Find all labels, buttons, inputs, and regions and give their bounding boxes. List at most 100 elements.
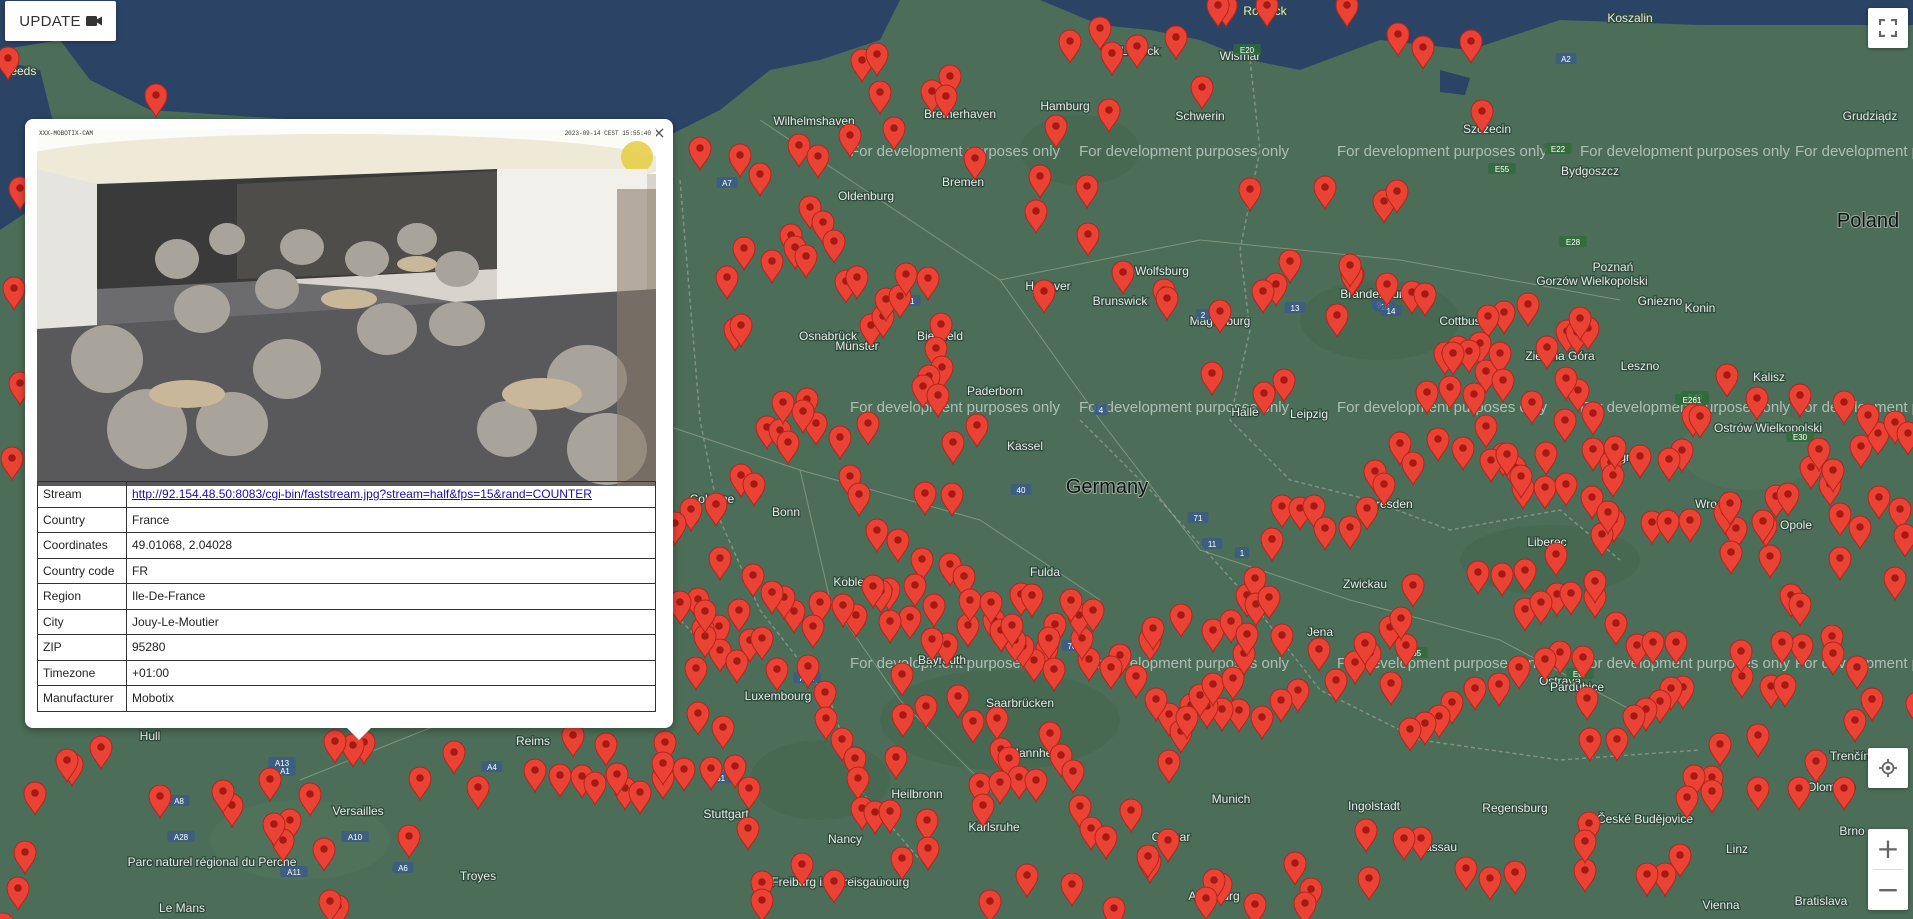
- property-row: City Jouy-Le-Moutier: [37, 608, 656, 635]
- city-label: Munich: [1212, 792, 1251, 806]
- city-label: Opole: [1780, 518, 1812, 532]
- property-value: Jouy-Le-Moutier: [126, 608, 656, 635]
- city-label: Kassel: [1007, 439, 1043, 453]
- fullscreen-button[interactable]: [1868, 8, 1908, 48]
- road-shield: A13: [268, 757, 296, 768]
- property-value: Mobotix: [126, 685, 656, 712]
- road-shield: A28: [167, 831, 195, 842]
- svg-text:A1: A1: [280, 767, 290, 776]
- property-value: +01:00: [126, 659, 656, 686]
- svg-text:A11: A11: [287, 868, 301, 877]
- city-label: Vienna: [1702, 898, 1739, 912]
- city-label: Bremen: [942, 175, 984, 189]
- zoom-out-button[interactable]: −: [1868, 870, 1908, 910]
- city-label: Heilbronn: [891, 787, 942, 801]
- city-label: Konin: [1685, 301, 1716, 315]
- update-button[interactable]: UPDATE: [5, 1, 116, 41]
- road-shield: E20: [1233, 44, 1261, 55]
- city-label: Troyes: [460, 869, 496, 883]
- road-shield: E30: [1786, 431, 1814, 442]
- svg-text:A4: A4: [487, 763, 497, 772]
- svg-text:11: 11: [1208, 540, 1217, 549]
- road-shield: 1: [1234, 547, 1250, 558]
- property-value: 49.01068, 2.04028: [126, 532, 656, 559]
- my-location-button[interactable]: [1868, 748, 1908, 788]
- property-key: Manufacturer: [37, 685, 127, 712]
- city-label: Leipzig: [1290, 407, 1328, 421]
- property-row: Manufacturer Mobotix: [37, 685, 656, 712]
- city-label: Ingolstadt: [1348, 799, 1401, 813]
- dev-watermark: For development purposes only: [1337, 143, 1548, 160]
- road-shield: 14: [1380, 305, 1402, 316]
- svg-text:40: 40: [1017, 486, 1026, 495]
- property-row: Country France: [37, 506, 656, 533]
- property-value: Ile-De-France: [126, 583, 656, 610]
- road-shield: 40: [1010, 484, 1032, 495]
- svg-text:4: 4: [1099, 406, 1104, 415]
- camera-info-window: × XXX-MOBOTIX-CAM 2023-09-14 CEST 15:55:…: [25, 119, 673, 740]
- city-label: Paderborn: [967, 384, 1023, 398]
- property-key: Coordinates: [37, 532, 127, 559]
- update-label: UPDATE: [19, 12, 81, 30]
- svg-text:E20: E20: [1240, 46, 1255, 55]
- city-label: Schwerin: [1175, 109, 1224, 123]
- camera-snapshot-image: XXX-MOBOTIX-CAM 2023-09-14 CEST 15:55:40: [37, 129, 656, 486]
- camera-marker[interactable]: [1102, 896, 1126, 919]
- city-label: Leszno: [1621, 359, 1660, 373]
- dev-watermark: For development purposes only: [1795, 143, 1913, 160]
- city-label: Trenčín: [1830, 749, 1870, 763]
- city-label: Brunswick: [1093, 294, 1149, 308]
- property-key: Country: [37, 506, 127, 533]
- property-value: FR: [126, 557, 656, 584]
- fullscreen-icon: [1879, 19, 1897, 37]
- property-key: Stream: [37, 481, 127, 508]
- city-label: Cottbus: [1439, 314, 1480, 328]
- my-location-icon: [1879, 759, 1897, 777]
- dev-watermark: For development purposes only: [1580, 655, 1791, 672]
- camera-properties-table: Stream http://92.154.48.50:8083/cgi-bin/f…: [37, 481, 656, 712]
- svg-text:1: 1: [1240, 549, 1245, 558]
- city-label: Wilhelmshaven: [773, 114, 854, 128]
- road-shield: 13: [1284, 302, 1306, 313]
- svg-text:A7: A7: [722, 179, 732, 188]
- road-shield: A7: [716, 177, 738, 188]
- dev-watermark: For development purposes only: [850, 143, 1061, 160]
- property-row: Coordinates 49.01068, 2.04028: [37, 532, 656, 559]
- svg-text:E22: E22: [1551, 145, 1566, 154]
- road-shield: 71: [1187, 512, 1209, 523]
- property-row: Region Ile-De-France: [37, 583, 656, 610]
- svg-text:A6: A6: [398, 864, 408, 873]
- city-label: Le Mans: [159, 901, 205, 915]
- city-label: Wolfsburg: [1135, 264, 1189, 278]
- city-label: České Budějovice: [1597, 811, 1693, 826]
- property-row: Timezone +01:00: [37, 659, 656, 686]
- property-value: 95280: [126, 634, 656, 661]
- road-shield: A8: [168, 795, 190, 806]
- road-shield: E261: [1675, 394, 1709, 405]
- city-label: Luxembourg: [745, 689, 812, 703]
- city-label: Bonn: [772, 505, 800, 519]
- property-key: ZIP: [37, 634, 127, 661]
- city-label: Bremerhaven: [924, 107, 996, 121]
- svg-text:E30: E30: [1793, 433, 1808, 442]
- camera-overlay-timestamp: 2023-09-14 CEST 15:55:40: [565, 130, 652, 137]
- road-shield: E22: [1544, 143, 1572, 154]
- road-shield: 11: [1201, 538, 1223, 549]
- zoom-in-button[interactable]: +: [1868, 829, 1908, 869]
- city-label: Bydgoszcz: [1561, 164, 1619, 178]
- city-label: Gniezno: [1638, 294, 1683, 308]
- dev-watermark: For development purposes only: [850, 399, 1061, 416]
- city-label: Oldenburg: [838, 189, 894, 203]
- road-shield: E28: [1559, 236, 1587, 247]
- svg-text:E28: E28: [1566, 238, 1581, 247]
- city-label: Hull: [140, 729, 161, 743]
- city-label: Grudziądz: [1843, 109, 1898, 123]
- dev-watermark: For development purposes only: [1079, 143, 1290, 160]
- stream-link[interactable]: http://92.154.48.50:8083/cgi-bin/faststr…: [132, 487, 592, 501]
- country-label: Poland: [1837, 210, 1899, 232]
- city-label: Versailles: [332, 804, 383, 818]
- property-key: Region: [37, 583, 127, 610]
- city-label: Bratislava: [1795, 894, 1848, 908]
- road-shield: A4: [481, 761, 503, 772]
- road-shield: A6: [392, 862, 414, 873]
